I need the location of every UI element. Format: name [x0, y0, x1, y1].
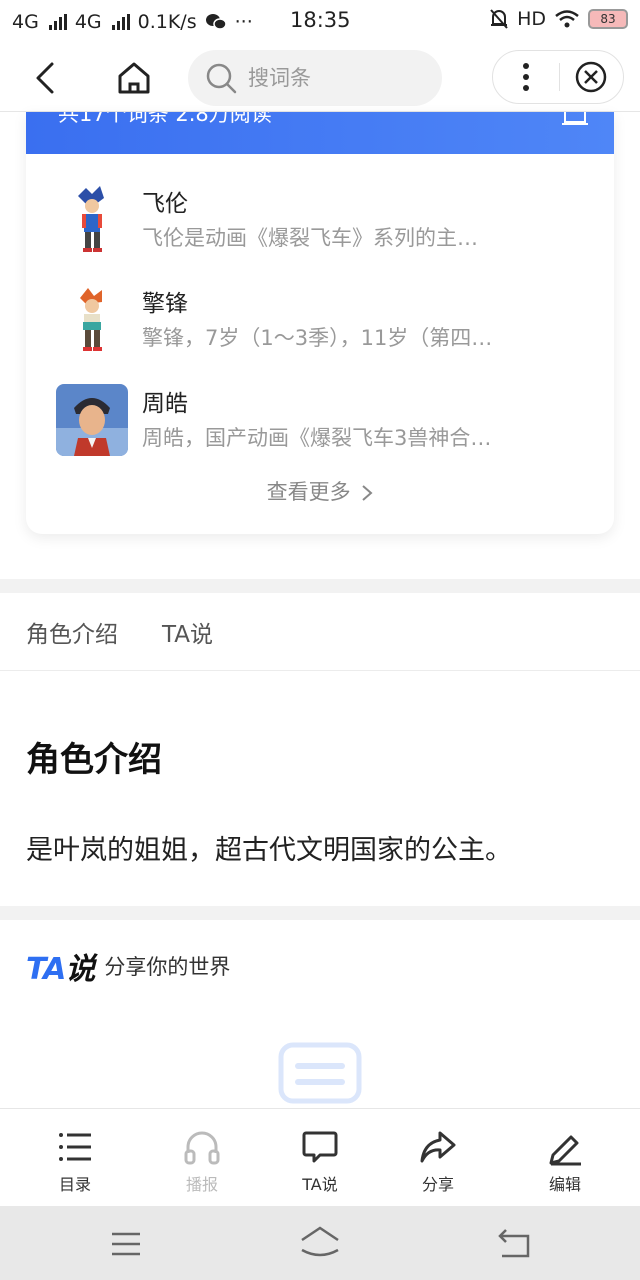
chat-bubble-icon [302, 1131, 338, 1163]
more-button[interactable] [493, 51, 559, 103]
home-icon[interactable] [114, 58, 154, 98]
toolbar-catalog-button[interactable]: 目录 [30, 1127, 120, 1195]
expand-icon[interactable] [562, 112, 588, 130]
network-speed: 0.1K/s [137, 11, 197, 33]
list-icon [59, 1133, 91, 1161]
pencil-icon [549, 1135, 581, 1166]
search-bar[interactable] [188, 50, 442, 106]
system-back-icon[interactable] [496, 1224, 536, 1264]
list-item[interactable]: 周皓 周皓，国产动画《爆裂飞车3兽神合… [26, 376, 614, 472]
mini-program-capsule [492, 50, 624, 104]
hd-badge: HD [517, 8, 546, 30]
entry-description: 擎锋，7岁（1～3季），11岁（第四… [142, 326, 493, 350]
network-type-1: 4G [12, 11, 39, 33]
card-header: 共17个词条 2.8万阅读 [26, 112, 614, 154]
signal-icon-2 [111, 14, 130, 30]
toolbar-label: TA说 [302, 1175, 338, 1194]
tab-ta-say[interactable]: TA说 [162, 615, 213, 649]
signal-icon [48, 14, 67, 30]
top-navigation [0, 44, 640, 112]
search-input[interactable] [248, 66, 428, 90]
toolbar-label: 分享 [421, 1175, 454, 1194]
entry-name: 飞伦 [142, 191, 188, 217]
wechat-icon [205, 14, 227, 30]
ta-say-tagline: 分享你的世界 [104, 955, 231, 979]
toolbar-label: 编辑 [548, 1175, 581, 1194]
section-divider [0, 579, 640, 593]
mute-bell-icon [490, 9, 508, 29]
empty-comment-icon [278, 1042, 362, 1104]
section-tabs: 角色介绍 TA说 [0, 593, 640, 671]
list-item[interactable]: 擎锋 擎锋，7岁（1～3季），11岁（第四… [26, 276, 614, 372]
close-circle-icon [576, 61, 607, 93]
see-more-link[interactable]: 查看更多 [26, 476, 614, 506]
character-thumbnail [56, 184, 128, 256]
entry-description: 周皓，国产动画《爆裂飞车3兽神合… [142, 426, 492, 450]
ta-say-header: TA说 分享你的世界 [26, 944, 230, 988]
section-body: 是叶岚的姐姐，超古代文明国家的公主。 [26, 835, 512, 866]
toolbar-label: 目录 [58, 1175, 91, 1194]
bottom-toolbar: 目录 播报 TA说 分享 编辑 [0, 1108, 640, 1206]
list-item[interactable]: 飞伦 飞伦是动画《爆裂飞车》系列的主… [26, 176, 614, 272]
ta-say-logo: TA说 [26, 952, 95, 987]
menu-icon[interactable] [106, 1224, 146, 1264]
see-more-label: 查看更多 [266, 480, 351, 504]
chevron-right-icon [362, 485, 373, 501]
toolbar-broadcast-button[interactable]: 播报 [157, 1127, 247, 1195]
entry-name: 擎锋 [142, 291, 188, 317]
tab-character-intro[interactable]: 角色介绍 [26, 615, 118, 649]
toolbar-label: 播报 [185, 1175, 218, 1194]
character-thumbnail [56, 384, 128, 456]
toolbar-share-button[interactable]: 分享 [393, 1127, 483, 1195]
toolbar-edit-button[interactable]: 编辑 [520, 1127, 610, 1195]
entry-name: 周皓 [142, 391, 188, 417]
network-type-2: 4G [74, 11, 102, 33]
overflow-dots: ··· [234, 11, 253, 33]
clock: 18:35 [290, 8, 351, 32]
search-icon [206, 63, 237, 94]
system-home-icon[interactable] [298, 1224, 342, 1264]
character-thumbnail [56, 284, 128, 356]
back-arrow-icon[interactable] [28, 60, 64, 96]
section-divider [0, 906, 640, 920]
card-header-meta: 共17个词条 2.8万阅读 [58, 112, 272, 126]
toolbar-ta-say-button[interactable]: TA说 [275, 1127, 365, 1195]
section-title: 角色介绍 [26, 740, 162, 780]
battery-indicator: 83 [588, 9, 628, 29]
headphones-icon [184, 1131, 220, 1165]
related-entries-card: 共17个词条 2.8万阅读 飞伦 飞伦是动画《爆裂飞车》系列的主… 擎锋 擎锋，… [26, 112, 614, 534]
system-navigation-bar [0, 1206, 640, 1280]
share-icon [420, 1131, 456, 1163]
vertical-dots-icon [522, 63, 529, 91]
entry-description: 飞伦是动画《爆裂飞车》系列的主… [142, 226, 478, 250]
status-bar: 4G 4G 0.1K/s ··· 18:35 HD 83 [0, 0, 640, 44]
close-button[interactable] [560, 51, 624, 103]
wifi-icon [555, 10, 579, 28]
